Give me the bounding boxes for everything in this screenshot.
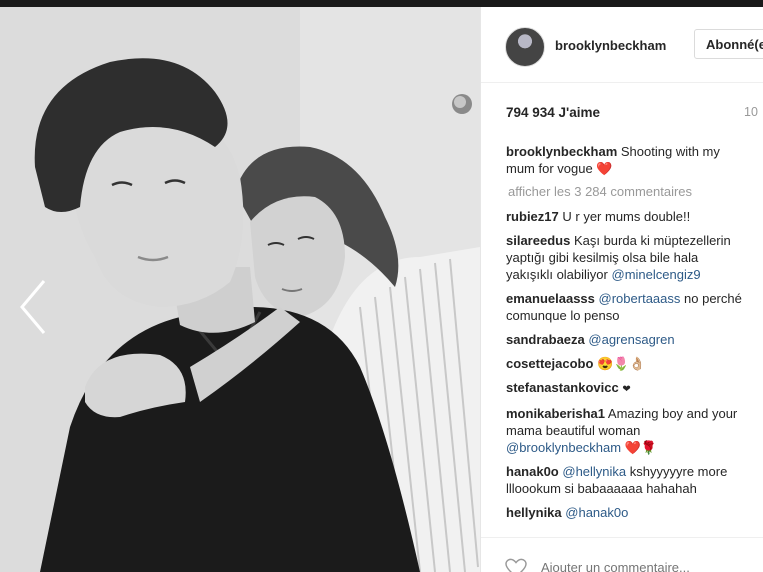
comment-username[interactable]: rubiez17 bbox=[506, 209, 559, 224]
post-details-panel: brooklynbeckham Abonné(e) 794 934 J'aime… bbox=[480, 7, 763, 572]
post-header: brooklynbeckham Abonné(e) bbox=[481, 7, 763, 83]
likes-count[interactable]: 794 934 J'aime bbox=[506, 105, 600, 120]
emoji-icon: 😍🌷👌🏼 bbox=[597, 356, 646, 371]
comment-text-2: yaptığı gibi kesilmiş olsa bile hala bbox=[506, 250, 699, 265]
comment-item: sandrabaeza @agrensagren bbox=[506, 331, 763, 348]
load-more-comments[interactable]: afficher les 3 284 commentaires bbox=[508, 184, 763, 199]
comment-username[interactable]: stefanastankovicc bbox=[506, 380, 619, 395]
comment-text-2: llloookum si babaaaaaa hahahah bbox=[506, 481, 697, 496]
comment-username[interactable]: cosettejacobo bbox=[506, 356, 593, 371]
comment-mention[interactable]: @agrensagren bbox=[588, 332, 674, 347]
chevron-left-icon bbox=[20, 280, 46, 334]
comment-username[interactable]: hellynika bbox=[506, 505, 562, 520]
window-top-strip bbox=[0, 0, 763, 7]
comment-username[interactable]: emanuelaasss bbox=[506, 291, 595, 306]
comment-text: kshyyyyyre more bbox=[629, 464, 728, 479]
comment-text-2: comunque lo penso bbox=[506, 308, 620, 323]
comment-username[interactable]: sandrabaeza bbox=[506, 332, 585, 347]
comment-text: no perché bbox=[684, 291, 742, 306]
author-username[interactable]: brooklynbeckham bbox=[555, 38, 666, 53]
profile-avatar[interactable] bbox=[505, 27, 545, 67]
heart-outline-icon[interactable] bbox=[505, 558, 527, 572]
follow-button[interactable]: Abonné(e) bbox=[694, 29, 763, 59]
comment-item: stefanastankovicc ❤ bbox=[506, 379, 763, 398]
comment-text: U r yer mums double!! bbox=[562, 209, 691, 224]
post-footer bbox=[481, 537, 763, 572]
heart-rose-emoji-icon: ❤️🌹 bbox=[624, 440, 658, 455]
comment-text: Amazing boy and your bbox=[607, 406, 738, 421]
comment-item: cosettejacobo 😍🌷👌🏼 bbox=[506, 355, 763, 372]
comment-item: emanuelaasss @robertaaass no perché comu… bbox=[506, 290, 763, 324]
comment-mention[interactable]: @minelcengiz9 bbox=[612, 267, 701, 282]
comment-item: monikaberisha1 Amazing boy and your mama… bbox=[506, 405, 763, 456]
comment-item: silareedus Kaşı burda ki müptezellerin y… bbox=[506, 232, 763, 283]
comment-mention[interactable]: @robertaaass bbox=[599, 291, 681, 306]
caption-text: Shooting with my bbox=[620, 144, 720, 159]
heart-icon: ❤ bbox=[622, 384, 631, 395]
photo-illustration bbox=[0, 7, 480, 572]
comment-item: hellynika @hanak0o bbox=[506, 504, 763, 521]
comment-item: hanak0o @hellynika kshyyyyyre more llloo… bbox=[506, 463, 763, 497]
comment-text-2: mama beautiful woman bbox=[506, 423, 641, 438]
caption-username[interactable]: brooklynbeckham bbox=[506, 144, 617, 159]
comment-mention[interactable]: @brooklynbeckham bbox=[506, 440, 621, 455]
post-time: 10 bbox=[744, 105, 758, 119]
comment-username[interactable]: hanak0o bbox=[506, 464, 559, 479]
post-photo bbox=[0, 7, 480, 572]
comments-list: brooklynbeckham Shooting with my mum for… bbox=[506, 143, 763, 537]
comment-item: rubiez17 U r yer mums double!! bbox=[506, 208, 763, 225]
caption-text-2: mum for vogue bbox=[506, 161, 593, 176]
caption: brooklynbeckham Shooting with my mum for… bbox=[506, 143, 763, 177]
comment-username[interactable]: monikaberisha1 bbox=[506, 406, 605, 421]
comment-text-3: yakışıklı olabiliyor bbox=[506, 267, 608, 282]
add-comment-input[interactable] bbox=[541, 560, 741, 572]
comment-mention[interactable]: @hanak0o bbox=[565, 505, 628, 520]
previous-photo-button[interactable] bbox=[14, 275, 54, 339]
heart-emoji-icon: ❤️ bbox=[596, 161, 613, 176]
comment-username[interactable]: silareedus bbox=[506, 233, 570, 248]
comment-mention[interactable]: @hellynika bbox=[562, 464, 626, 479]
comment-text: Kaşı burda ki müptezellerin bbox=[573, 233, 731, 248]
